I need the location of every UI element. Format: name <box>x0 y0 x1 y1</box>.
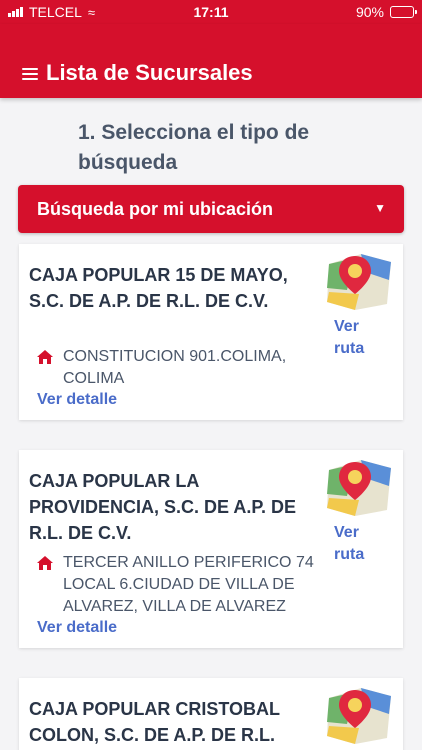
branch-name: CAJA POPULAR LA PROVIDENCIA, S.C. DE A.P… <box>29 471 297 543</box>
branch-address: TERCER ANILLO PERIFERICO 74 LOCAL 6.CIUD… <box>63 554 314 615</box>
battery-percent: 90% <box>355 4 384 20</box>
section-title: 1. Selecciona el tipo de búsqueda <box>78 121 310 174</box>
map-route-icon[interactable] <box>325 684 393 746</box>
map-route-icon[interactable] <box>325 250 393 312</box>
branch-address: CONSTITUCION 901.COLIMA, COLIMA <box>63 348 287 387</box>
search-type-selected: Búsqueda por mi ubicación <box>37 199 274 219</box>
status-right: 90% <box>355 4 417 20</box>
view-detail-link[interactable]: Ver detalle <box>37 391 117 409</box>
status-bar: TELCEL ≈ 17:11 90% <box>0 0 422 24</box>
branch-card: CAJA POPULAR CRISTOBAL COLON, S.C. DE A.… <box>19 678 403 750</box>
battery-icon <box>390 6 417 18</box>
chevron-down-icon: ▼ <box>374 201 386 215</box>
map-route-icon[interactable] <box>325 456 393 518</box>
page-title: Lista de Sucursales <box>46 60 253 85</box>
hamburger-icon[interactable] <box>22 68 38 80</box>
home-icon <box>37 350 53 364</box>
view-detail-link[interactable]: Ver detalle <box>37 619 117 637</box>
home-icon <box>37 556 53 570</box>
branch-name: CAJA POPULAR CRISTOBAL COLON, S.C. DE A.… <box>29 699 280 745</box>
search-type-dropdown[interactable]: Búsqueda por mi ubicación ▼ <box>18 185 404 233</box>
branch-card: CAJA POPULAR LA PROVIDENCIA, S.C. DE A.P… <box>19 450 403 648</box>
nav-bar: Lista de Sucursales <box>0 24 422 98</box>
branch-card: CAJA POPULAR 15 DE MAYO, S.C. DE A.P. DE… <box>19 244 403 420</box>
view-route-link[interactable]: Ver ruta <box>334 522 384 566</box>
view-route-link[interactable]: Ver ruta <box>334 316 384 360</box>
branch-name: CAJA POPULAR 15 DE MAYO, S.C. DE A.P. DE… <box>29 265 288 311</box>
